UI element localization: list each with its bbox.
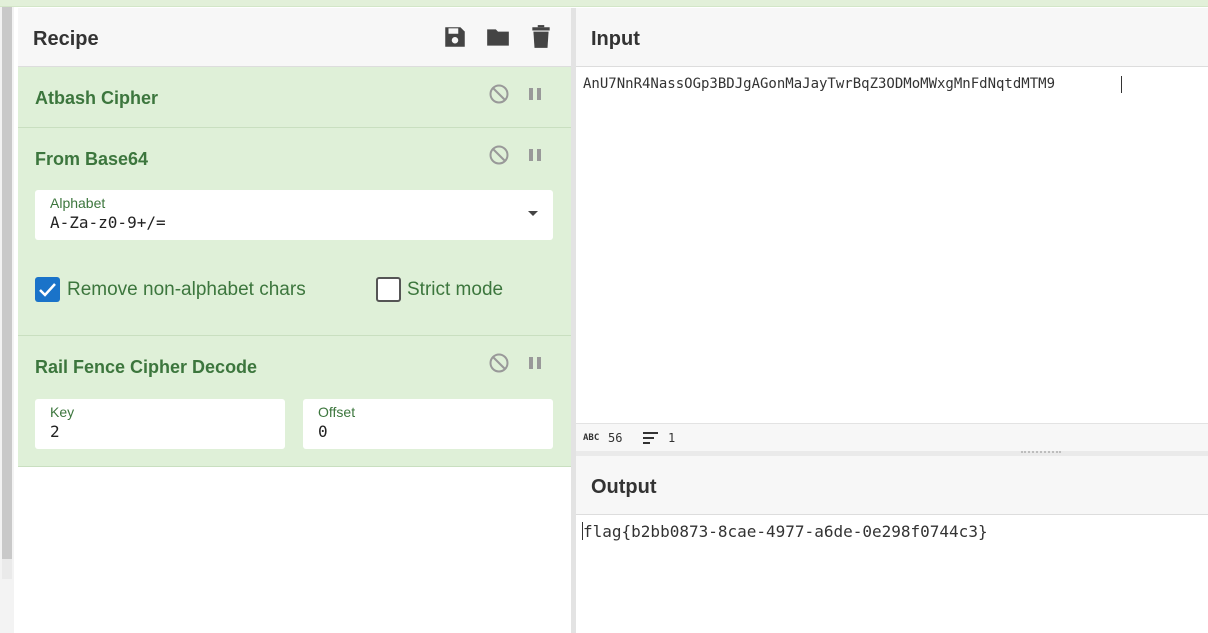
alphabet-value: A-Za-z0-9+/=	[50, 213, 166, 232]
alphabet-label: Alphabet	[50, 195, 106, 211]
folder-icon[interactable]	[485, 24, 511, 50]
recipe-header: Recipe	[18, 8, 571, 67]
key-field[interactable]: Key 2	[35, 399, 285, 449]
pause-icon[interactable]	[524, 352, 546, 374]
operation-rail-fence-cipher-decode[interactable]: Rail Fence Cipher Decode Key 2 Offset 0	[18, 336, 571, 467]
input-title: Input	[591, 28, 640, 50]
scrollbar-thumb[interactable]	[2, 7, 12, 559]
top-banner	[0, 0, 1208, 7]
operation-atbash-cipher[interactable]: Atbash Cipher	[18, 67, 571, 128]
left-scrollbar[interactable]	[0, 7, 14, 633]
disable-icon[interactable]	[488, 352, 510, 374]
panel-divider[interactable]	[571, 8, 576, 633]
output-textarea[interactable]: flag{b2bb0873-8cae-4977-a6de-0e298f0744c…	[583, 522, 988, 541]
text-cursor	[1121, 76, 1122, 93]
input-status-bar: ABC 56 1	[576, 423, 1208, 451]
recipe-title: Recipe	[33, 28, 99, 50]
disable-icon[interactable]	[488, 83, 510, 105]
output-cursor	[582, 522, 583, 540]
chevron-down-icon[interactable]	[528, 211, 538, 216]
offset-label: Offset	[318, 404, 356, 420]
key-value[interactable]: 2	[50, 422, 60, 441]
operation-from-base64[interactable]: From Base64 Alphabet A-Za-z0-9+/= Remove…	[18, 128, 571, 336]
line-count: 1	[668, 431, 676, 445]
save-icon[interactable]	[442, 24, 468, 50]
output-title: Output	[591, 476, 657, 498]
key-label: Key	[50, 404, 75, 420]
splitter-grip[interactable]	[1021, 451, 1061, 454]
lines-icon	[643, 432, 658, 444]
alphabet-select[interactable]: Alphabet A-Za-z0-9+/=	[35, 190, 553, 240]
recipe-panel: Recipe Atbash Cipher From Base64 Alphabe…	[18, 8, 571, 633]
offset-field[interactable]: Offset 0	[303, 399, 553, 449]
output-header: Output	[576, 456, 1208, 515]
strict-mode-label[interactable]: Strict mode	[407, 279, 503, 301]
pause-icon[interactable]	[524, 144, 546, 166]
operation-title: From Base64	[35, 149, 149, 169]
scrollbar-track	[2, 559, 12, 579]
input-textarea[interactable]: AnU7NnR4NassOGp3BDJgAGonMaJayTwrBqZ3ODMo…	[583, 76, 1055, 92]
input-header: Input	[576, 8, 1208, 67]
operation-title: Rail Fence Cipher Decode	[35, 357, 258, 377]
remove-non-alphabet-checkbox[interactable]	[35, 277, 60, 302]
char-count: 56	[608, 431, 623, 445]
remove-non-alphabet-label[interactable]: Remove non-alphabet chars	[67, 279, 306, 301]
operation-title: Atbash Cipher	[35, 88, 159, 108]
pause-icon[interactable]	[524, 83, 546, 105]
strict-mode-checkbox[interactable]	[376, 277, 401, 302]
trash-icon[interactable]	[528, 24, 554, 50]
abc-icon: ABC	[583, 433, 600, 443]
checkmark-icon	[39, 283, 56, 297]
offset-value[interactable]: 0	[318, 422, 328, 441]
disable-icon[interactable]	[488, 144, 510, 166]
